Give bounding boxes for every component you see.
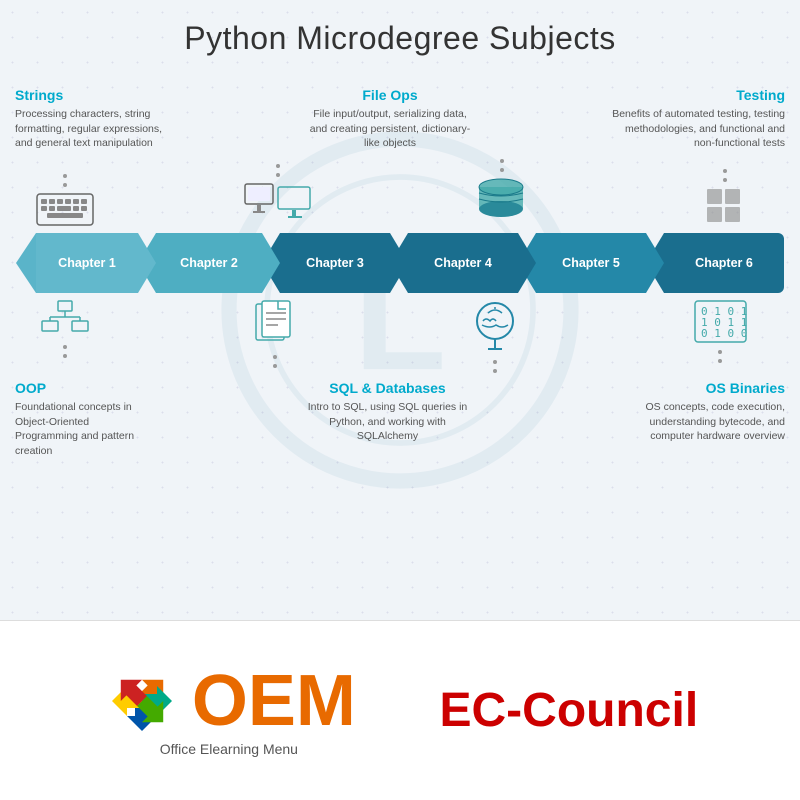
os-title: OS Binaries (620, 380, 785, 396)
file-icon-container (215, 299, 335, 373)
chapters-ribbon: Chapter 1 Chapter 2 Chapter 3 Chapter 4 … (36, 233, 784, 293)
database-icon (474, 177, 529, 227)
oem-subtitle: Office Elearning Menu (160, 741, 298, 757)
oop-topic: OOP Foundational concepts in Object-Orie… (15, 380, 155, 459)
oem-arrows-icon (102, 666, 182, 736)
file-docs-icon (248, 299, 303, 349)
sql-desc: Intro to SQL, using SQL queries in Pytho… (303, 400, 473, 444)
chapters-ribbon-wrapper: Chapter 1 Chapter 2 Chapter 3 Chapter 4 … (16, 233, 784, 293)
chapter-2-segment[interactable]: Chapter 2 (156, 233, 262, 293)
main-container: L Python Microdegree Subjects Strings Pr… (0, 0, 800, 800)
logo-section: OEM Office Elearning Menu EC-Council (0, 620, 800, 800)
monitors-icon-container (218, 158, 338, 227)
strings-topic: Strings Processing characters, string fo… (15, 87, 175, 151)
binary-icon-container: 0 1 0 1 1 0 1 1 0 1 0 0 (655, 299, 785, 368)
chapter-1-segment[interactable]: Chapter 1 (36, 233, 138, 293)
strings-desc: Processing characters, string formatting… (15, 107, 175, 151)
oem-icon-text: OEM (102, 665, 356, 737)
chapter-3-segment[interactable]: Chapter 3 (280, 233, 390, 293)
monitors-icon (243, 182, 313, 227)
oem-text: OEM (192, 665, 356, 737)
sql-topic: SQL & Databases Intro to SQL, using SQL … (303, 380, 473, 459)
chapter-5-segment[interactable]: Chapter 5 (536, 233, 646, 293)
ec-council-logo: EC-Council (440, 683, 699, 738)
page-title: Python Microdegree Subjects (184, 20, 616, 57)
os-topic: OS Binaries OS concepts, code execution,… (620, 380, 785, 459)
oop-icon (38, 299, 93, 339)
content-area: Python Microdegree Subjects Strings Proc… (10, 20, 790, 459)
chapter-6-segment[interactable]: Chapter 6 (664, 233, 784, 293)
fileops-title: File Ops (305, 87, 475, 103)
database-icon-container (442, 153, 562, 227)
dots-oop-bottom (63, 341, 67, 361)
fileops-desc: File input/output, serializing data, and… (305, 107, 475, 151)
svg-text:0 1 0 0: 0 1 0 0 (701, 327, 747, 340)
fileops-topic: File Ops File input/output, serializing … (305, 87, 475, 151)
binary-icon: 0 1 0 1 1 0 1 1 0 1 0 0 (693, 299, 748, 344)
testing-topic: Testing Benefits of automated testing, t… (605, 87, 785, 151)
brain-icon-container (435, 299, 555, 378)
dots-ch4-top (500, 155, 504, 175)
dots-binary-bottom (718, 346, 722, 366)
oem-logo: OEM Office Elearning Menu (102, 665, 356, 757)
ribbon-left-arrow (16, 233, 36, 293)
keyboard-icon-container (15, 168, 115, 227)
strings-title: Strings (15, 87, 175, 103)
dots-sql-bottom (273, 351, 277, 371)
chapter-4-segment[interactable]: Chapter 4 (408, 233, 518, 293)
testing-title: Testing (605, 87, 785, 103)
testing-dots-icon (705, 187, 745, 227)
diagram-section: L Python Microdegree Subjects Strings Pr… (0, 0, 800, 620)
dots-fileops-top (276, 160, 280, 180)
keyboard-icon (35, 192, 95, 227)
brain-icon (468, 299, 523, 354)
dots-testing-top (723, 165, 727, 185)
os-desc: OS concepts, code execution, understandi… (620, 400, 785, 444)
sql-title: SQL & Databases (303, 380, 473, 396)
oop-title: OOP (15, 380, 155, 396)
dots-brain-bottom (493, 356, 497, 376)
oop-desc: Foundational concepts in Object-Oriented… (15, 400, 155, 459)
oop-icon-container (15, 299, 115, 363)
testing-desc: Benefits of automated testing, testing m… (605, 107, 785, 151)
testing-icon-container (665, 163, 785, 227)
dots-ch1-top (63, 170, 67, 190)
